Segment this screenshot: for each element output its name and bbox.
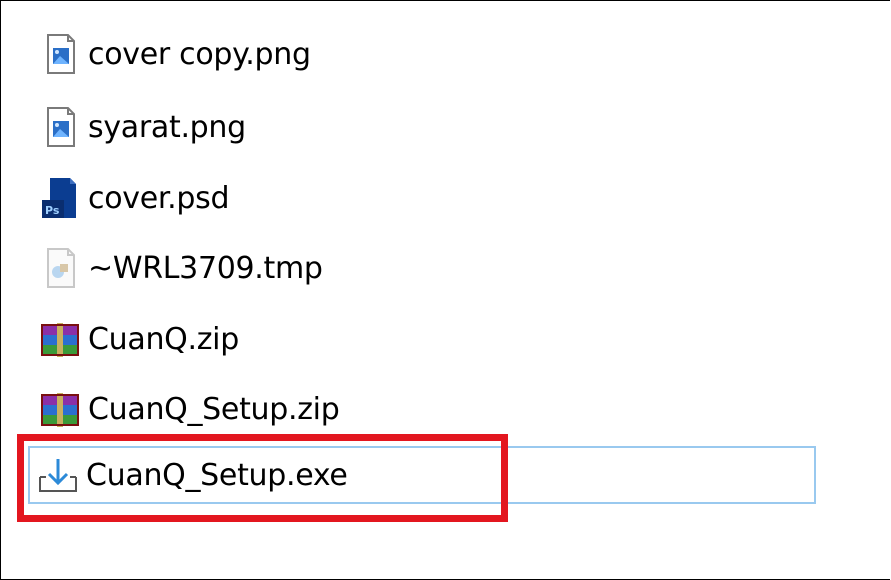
tmp-file-icon bbox=[36, 244, 84, 292]
file-item-cover-copy-png[interactable]: cover copy.png bbox=[36, 26, 826, 82]
png-image-icon bbox=[36, 30, 84, 78]
file-item-cover-psd[interactable]: Ps cover.psd bbox=[36, 170, 826, 226]
png-image-icon bbox=[36, 103, 84, 151]
file-item-syarat-png[interactable]: syarat.png bbox=[36, 99, 826, 155]
file-name: CuanQ_Setup.exe bbox=[86, 457, 348, 493]
file-name: CuanQ.zip bbox=[88, 321, 239, 357]
file-name: cover.psd bbox=[88, 180, 230, 216]
file-item-cuanq-setup-zip[interactable]: CuanQ_Setup.zip bbox=[36, 381, 826, 437]
file-list: cover copy.png syarat.png Ps cover.psd ~… bbox=[0, 0, 891, 580]
winrar-archive-icon bbox=[36, 385, 84, 433]
photoshop-icon: Ps bbox=[36, 174, 84, 222]
file-name: CuanQ_Setup.zip bbox=[88, 391, 340, 427]
installer-download-icon bbox=[34, 451, 82, 499]
file-name: ~WRL3709.tmp bbox=[88, 250, 323, 286]
file-item-cuanq-setup-exe[interactable]: CuanQ_Setup.exe bbox=[28, 446, 816, 504]
file-name: syarat.png bbox=[88, 109, 246, 145]
file-name: cover copy.png bbox=[88, 36, 311, 72]
svg-text:Ps: Ps bbox=[45, 204, 60, 217]
winrar-archive-icon bbox=[36, 315, 84, 363]
file-item-cuanq-zip[interactable]: CuanQ.zip bbox=[36, 311, 826, 367]
file-item-wrl3709-tmp[interactable]: ~WRL3709.tmp bbox=[36, 240, 826, 296]
